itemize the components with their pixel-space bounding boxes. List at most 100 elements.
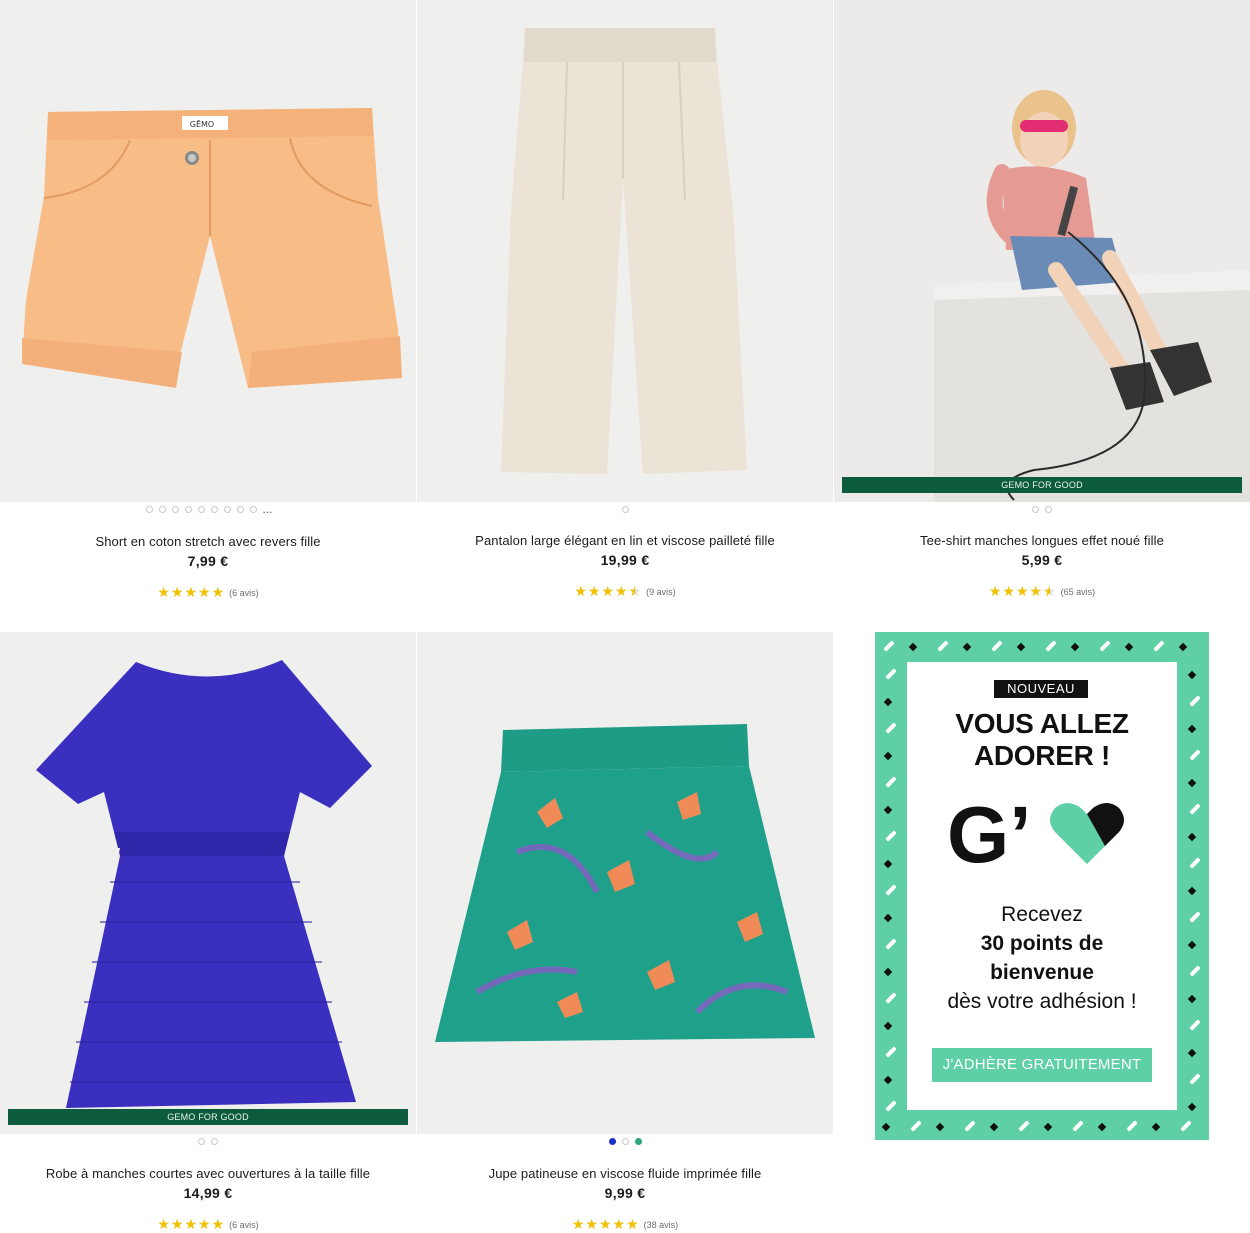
decorative-dash bbox=[1018, 1120, 1030, 1132]
decorative-dash bbox=[1097, 1122, 1107, 1132]
decorative-dash bbox=[885, 1100, 897, 1112]
decorative-dash bbox=[885, 830, 897, 842]
promo-text-line: 30 points de bbox=[980, 932, 1104, 955]
review-count[interactable]: (6 avis) bbox=[229, 588, 259, 598]
decorative-dash bbox=[885, 1046, 897, 1058]
star-rating-icon: ★★★★★★★★★★ bbox=[157, 584, 226, 600]
carousel-dot[interactable] bbox=[146, 506, 154, 513]
product-image-trousers[interactable] bbox=[417, 0, 833, 502]
decorative-dash bbox=[1124, 642, 1134, 652]
product-image-teeshirt[interactable]: GEMO FOR GOOD bbox=[834, 0, 1250, 502]
decorative-dash bbox=[1072, 1120, 1084, 1132]
decorative-dash bbox=[991, 640, 1003, 652]
decorative-dash bbox=[1187, 1102, 1197, 1112]
decorative-dash bbox=[883, 859, 893, 869]
decorative-dash bbox=[937, 640, 949, 652]
decorative-dash bbox=[1189, 857, 1201, 869]
color-swatch-blue[interactable] bbox=[608, 1138, 616, 1145]
carousel-dot[interactable] bbox=[1045, 506, 1052, 513]
carousel-dot[interactable] bbox=[172, 506, 180, 513]
product-title[interactable]: Short en coton stretch avec revers fille bbox=[0, 534, 416, 549]
decorative-dash bbox=[962, 642, 972, 652]
product-rating: ★★★★★ ★★★★★ (38 avis) bbox=[417, 1216, 833, 1233]
product-card[interactable]: Jupe patineuse en viscose fluide imprimé… bbox=[417, 632, 833, 1233]
promo-headline-line: ADORER ! bbox=[973, 740, 1111, 771]
product-card[interactable]: Pantalon large élégant en lin et viscose… bbox=[417, 0, 833, 620]
decorative-dash bbox=[885, 668, 897, 680]
decorative-dash bbox=[885, 776, 897, 788]
carousel-dot[interactable] bbox=[198, 1138, 205, 1145]
review-count[interactable]: (65 avis) bbox=[1061, 587, 1096, 597]
decorative-dash bbox=[989, 1122, 999, 1132]
carousel-dot[interactable] bbox=[250, 506, 258, 513]
product-rating: ★★★★★★★★★★ (9 avis) bbox=[417, 583, 833, 600]
decorative-dash bbox=[883, 1021, 893, 1031]
review-count[interactable]: (6 avis) bbox=[229, 1220, 259, 1230]
color-swatches bbox=[417, 1138, 833, 1145]
decorative-dash bbox=[1016, 642, 1026, 652]
carousel-dot[interactable] bbox=[185, 506, 193, 513]
star-rating-icon: ★★★★★★★★★★ bbox=[571, 1216, 640, 1232]
dress-illustration bbox=[0, 632, 416, 1134]
shorts-illustration: GĒMO bbox=[0, 0, 416, 502]
carousel-dot[interactable] bbox=[621, 506, 629, 513]
product-image-shorts[interactable]: GĒMO bbox=[0, 0, 416, 502]
carousel-dots bbox=[834, 506, 1250, 513]
promo-text-line: bienvenue bbox=[990, 961, 1094, 984]
product-card[interactable]: GEMO FOR GOOD Robe à manches courtes ave… bbox=[0, 632, 416, 1233]
product-rating: ★★★★★ ★★★★★ (6 avis) bbox=[0, 584, 416, 601]
product-card[interactable]: GEMO FOR GOOD Tee-shirt manches longues … bbox=[834, 0, 1250, 620]
product-title[interactable]: Tee-shirt manches longues effet noué fil… bbox=[834, 533, 1250, 548]
product-rating: ★★★★★ ★★★★★ (6 avis) bbox=[0, 1216, 416, 1233]
carousel-dot[interactable] bbox=[237, 506, 245, 513]
carousel-dot[interactable] bbox=[159, 506, 167, 513]
carousel-dot[interactable] bbox=[211, 506, 219, 513]
carousel-dot[interactable] bbox=[198, 506, 206, 513]
color-swatch-green[interactable] bbox=[634, 1138, 642, 1145]
decorative-dash bbox=[908, 642, 918, 652]
review-count[interactable]: (9 avis) bbox=[646, 587, 676, 597]
star-rating-icon: ★★★★★★★★★★ bbox=[574, 583, 643, 599]
decorative-dash bbox=[883, 1075, 893, 1085]
decorative-dash bbox=[1189, 1073, 1201, 1085]
promo-text-line: dès votre adhésion ! bbox=[947, 990, 1137, 1013]
product-title[interactable]: Robe à manches courtes avec ouvertures à… bbox=[0, 1166, 416, 1181]
review-count[interactable]: (38 avis) bbox=[644, 1220, 679, 1230]
decorative-dash bbox=[1070, 642, 1080, 652]
decorative-dash bbox=[1153, 640, 1165, 652]
decorative-dash bbox=[883, 805, 893, 815]
loyalty-logo-text: G’ bbox=[947, 792, 1031, 872]
decorative-dash bbox=[1189, 1019, 1201, 1031]
join-free-button[interactable]: J'ADHÈRE GRATUITEMENT bbox=[932, 1048, 1152, 1082]
decorative-dash bbox=[1189, 803, 1201, 815]
product-image-skirt[interactable] bbox=[417, 632, 833, 1134]
color-swatch-white[interactable] bbox=[621, 1138, 629, 1145]
decorative-dash bbox=[935, 1122, 945, 1132]
decorative-dash bbox=[964, 1120, 976, 1132]
promo-description: Recevez 30 points de bienvenue dès votre… bbox=[907, 900, 1177, 1016]
decorative-dash bbox=[1187, 994, 1197, 1004]
trousers-illustration bbox=[417, 0, 833, 502]
more-colors-indicator[interactable]: ... bbox=[262, 502, 272, 516]
star-rating-icon: ★★★★★★★★★★ bbox=[988, 583, 1057, 599]
decorative-dash bbox=[883, 640, 895, 652]
decorative-dash bbox=[1178, 642, 1188, 652]
carousel-dot[interactable] bbox=[1032, 506, 1039, 513]
product-image-dress[interactable]: GEMO FOR GOOD bbox=[0, 632, 416, 1134]
product-title[interactable]: Jupe patineuse en viscose fluide imprimé… bbox=[417, 1166, 833, 1181]
promo-text-line: Recevez bbox=[1001, 903, 1083, 926]
gemo-for-good-tag: GEMO FOR GOOD bbox=[8, 1109, 408, 1125]
carousel-dot[interactable] bbox=[224, 506, 232, 513]
carousel-dots: ... bbox=[0, 503, 416, 515]
product-price: 7,99 € bbox=[187, 553, 229, 569]
carousel-dot[interactable] bbox=[211, 1138, 218, 1145]
product-card[interactable]: GĒMO ... Short en coton stretch avec rev… bbox=[0, 0, 416, 620]
gemo-for-good-tag: GEMO FOR GOOD bbox=[842, 477, 1242, 493]
decorative-dash bbox=[1187, 940, 1197, 950]
loyalty-promo-banner[interactable]: NOUVEAU VOUS ALLEZ ADORER ! G’ Recevez 3… bbox=[875, 632, 1209, 1140]
decorative-dash bbox=[1189, 965, 1201, 977]
decorative-dash bbox=[1187, 832, 1197, 842]
product-title[interactable]: Pantalon large élégant en lin et viscose… bbox=[417, 533, 833, 548]
decorative-dash bbox=[885, 722, 897, 734]
decorative-dash bbox=[885, 992, 897, 1004]
